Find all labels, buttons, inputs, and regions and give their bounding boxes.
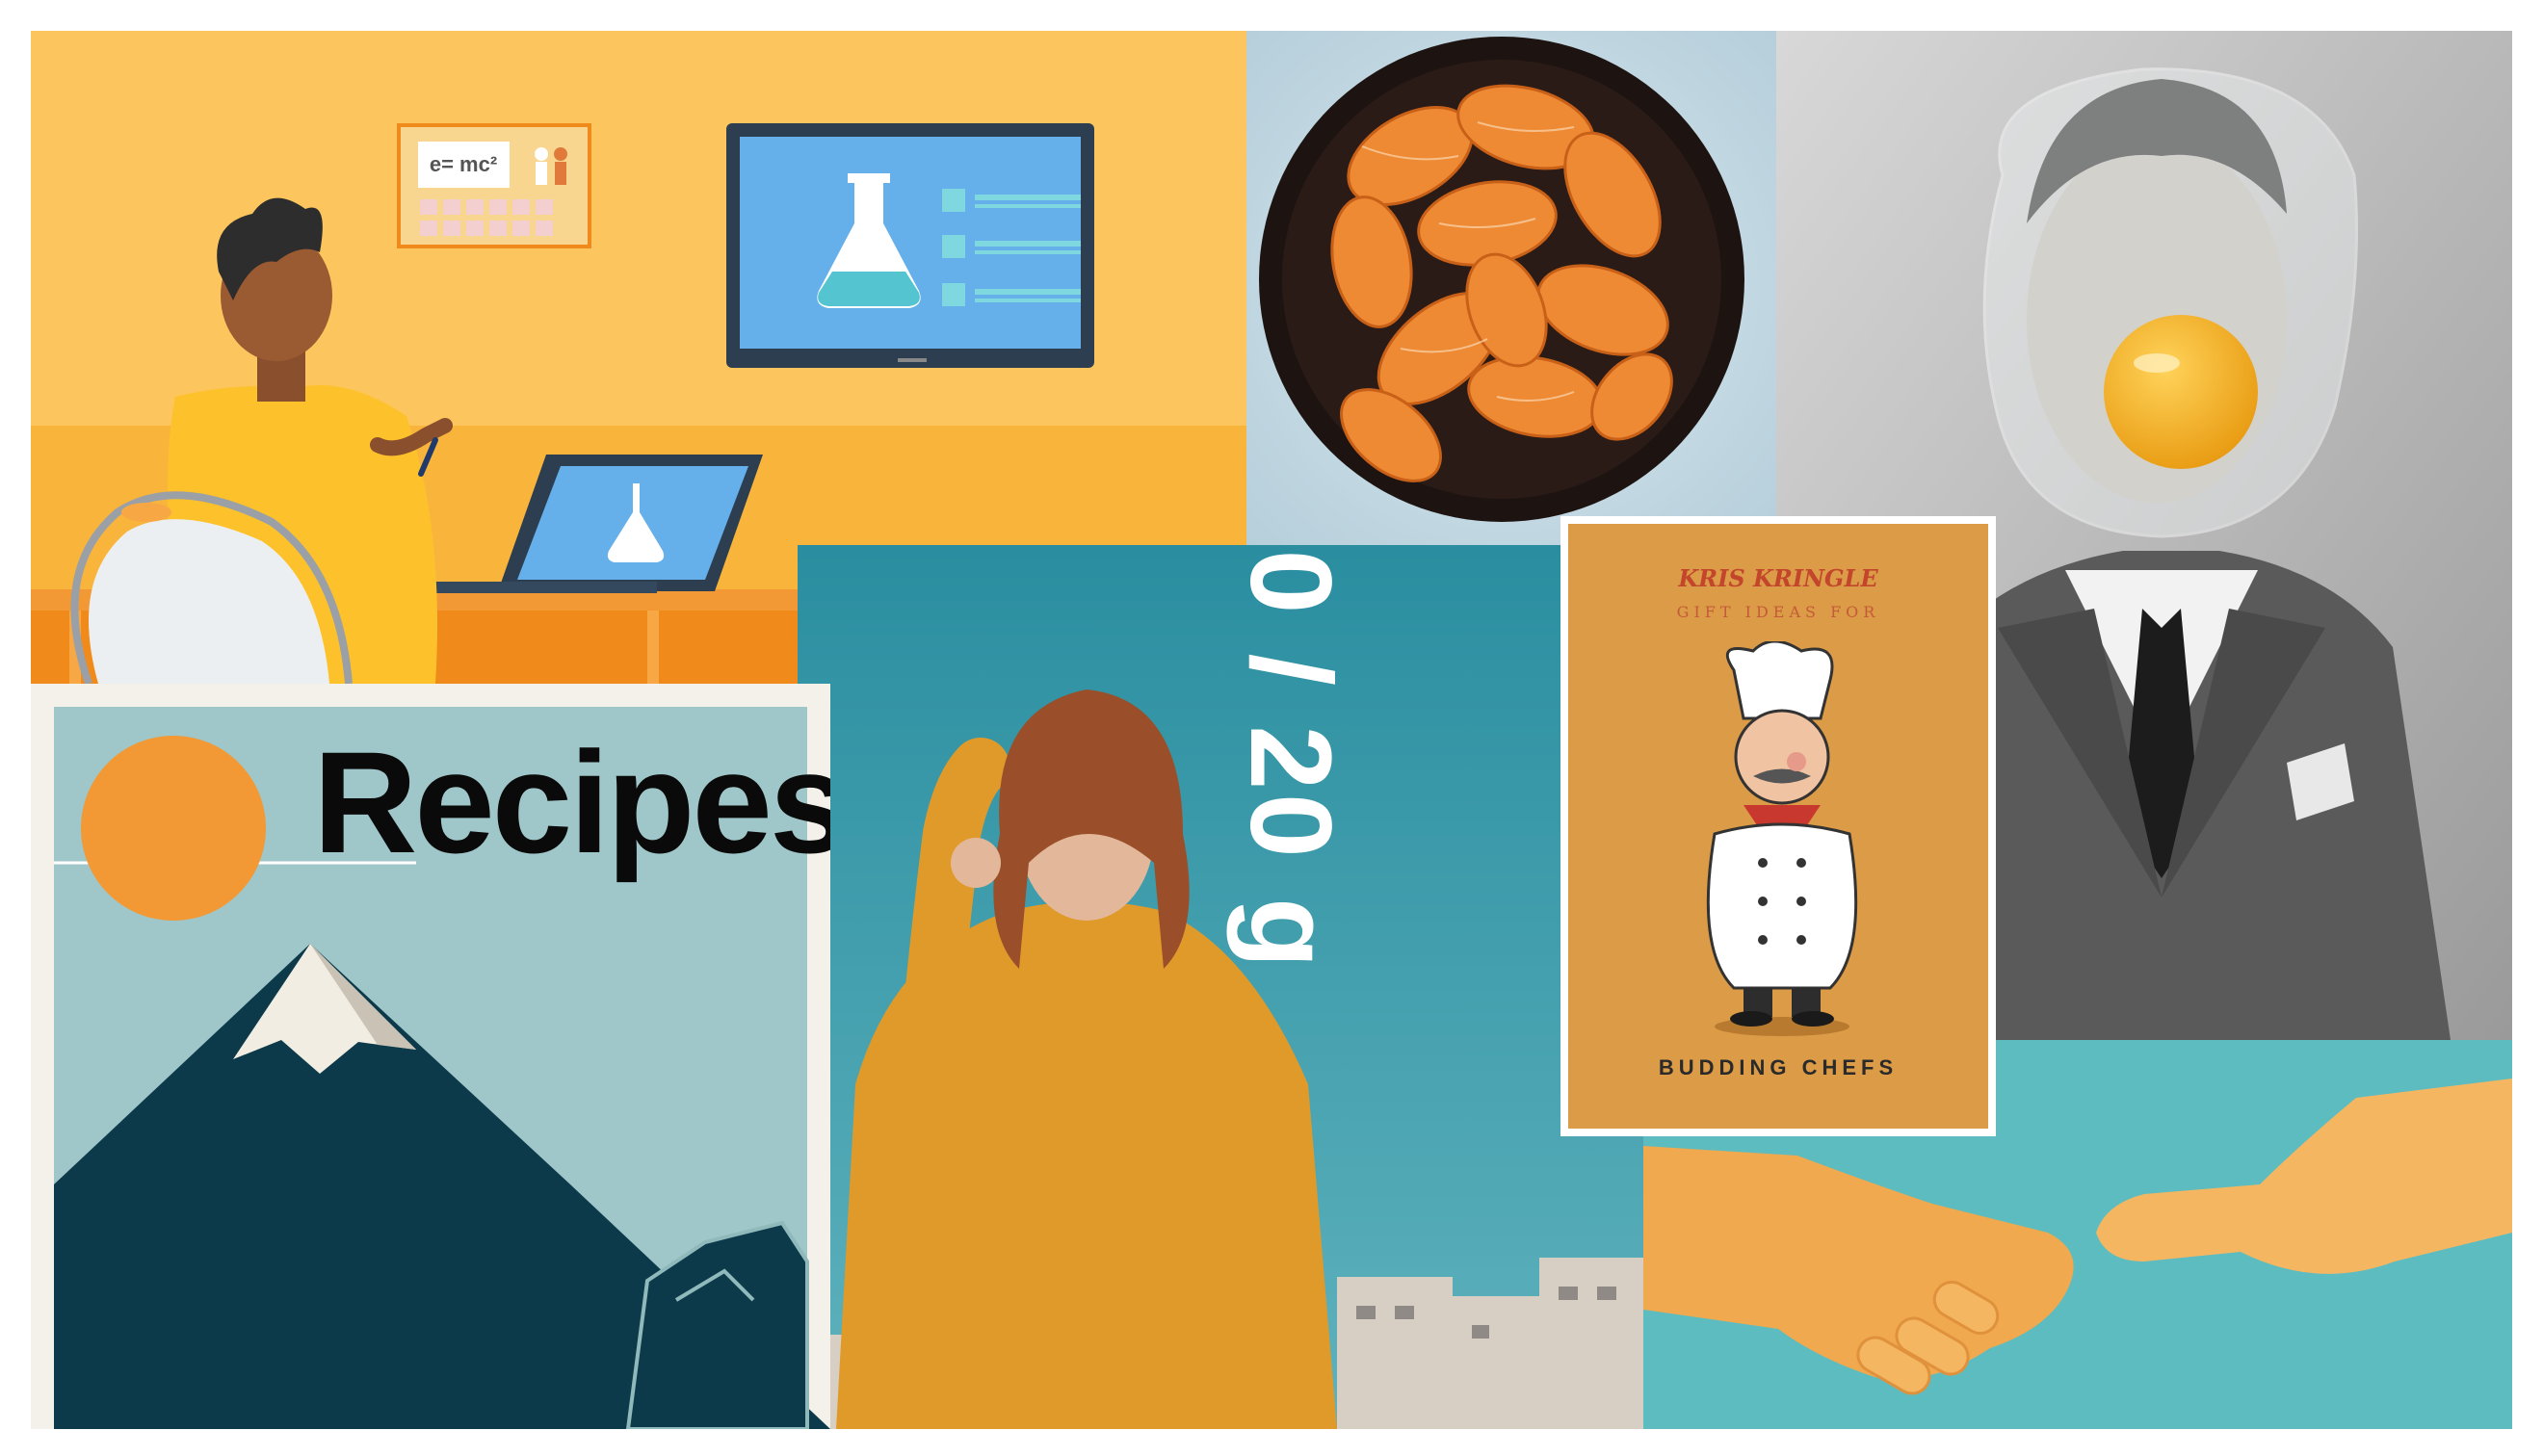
measurement-label: 0 / 20 g xyxy=(1226,549,1355,973)
science-poster: e= mc² xyxy=(397,123,591,248)
card-brand: KRIS KRINGLE xyxy=(1678,564,1878,592)
mountain-recipe-poster: Recipes xyxy=(31,684,830,1429)
formula-text: e= mc² xyxy=(430,152,497,176)
gift-idea-card: KRIS KRINGLE GIFT IDEAS FOR BUDDING CHEF… xyxy=(1560,516,1996,1136)
egg-yolk xyxy=(2104,315,2258,469)
wall-monitor xyxy=(726,123,1094,368)
orange-dot-icon xyxy=(81,736,266,921)
card-subtitle: GIFT IDEAS FOR xyxy=(1676,603,1880,621)
recipes-heading: Recipes xyxy=(313,721,830,883)
chef-icon xyxy=(1706,641,1858,1036)
card-title: BUDDING CHEFS xyxy=(1658,1055,1899,1079)
